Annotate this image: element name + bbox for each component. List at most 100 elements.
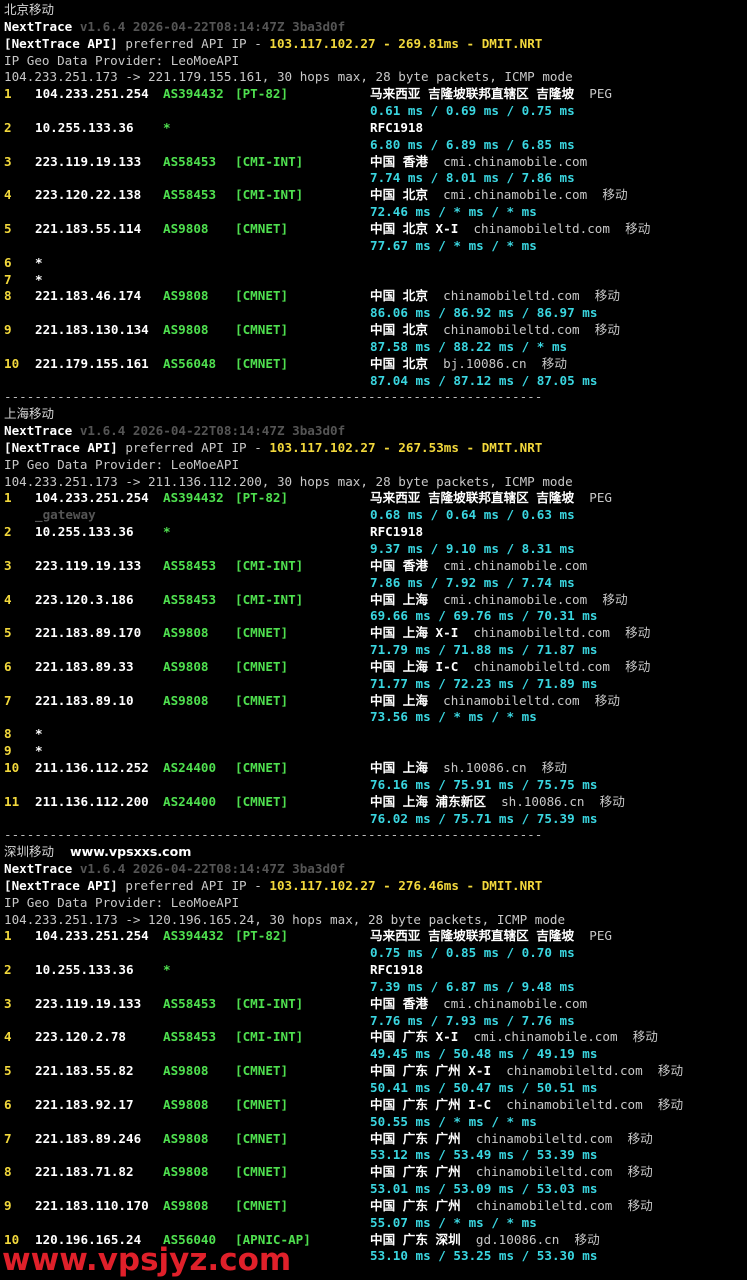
hop-rtt-row: 72.46 ms / * ms / * ms xyxy=(4,204,747,221)
hop-rtt: 69.66 ms / 69.76 ms / 70.31 ms xyxy=(370,608,598,624)
hop-location: 中国 上海 xyxy=(370,759,428,775)
app-version: v1.6.4 2026-04-22T08:14:47Z 3ba3d0f xyxy=(72,18,346,34)
hop-geo: 中国 香港 cmi.chinamobile.com xyxy=(370,154,587,171)
separator: ----------------------------------------… xyxy=(4,827,543,843)
nexttrace-version-line: NextTrace v1.6.4 2026-04-22T08:14:47Z 3b… xyxy=(4,861,747,878)
route-summary: 104.233.251.173 -> 120.196.165.24, 30 ho… xyxy=(4,911,566,927)
hop-number: 2 xyxy=(4,119,12,135)
hop-location: 中国 广东 深圳 xyxy=(370,1231,461,1247)
api-dash: - xyxy=(375,35,399,51)
hop-asn: * xyxy=(163,119,171,135)
hop-ip: 223.120.22.138 xyxy=(35,187,142,203)
hop-ip: 223.119.19.133 xyxy=(35,557,142,573)
api-dash: - xyxy=(458,877,482,893)
hop-location: 中国 广东 广州 X-I xyxy=(370,1063,492,1079)
api-line: [NextTrace API] preferred API IP - 103.1… xyxy=(4,36,747,53)
hop-number: 3 xyxy=(4,557,12,573)
api-line: [NextTrace API] preferred API IP - 103.1… xyxy=(4,878,747,895)
hop-geo: 中国 上海 sh.10086.cn 移动 xyxy=(370,760,567,777)
hop-number: 10 xyxy=(4,355,20,371)
hop-ip: * xyxy=(35,271,43,287)
geo-provider: IP Geo Data Provider: LeoMoeAPI xyxy=(4,52,240,68)
api-node: DMIT.NRT xyxy=(481,877,543,893)
hop-ip: 10.255.133.36 xyxy=(35,119,134,135)
hop-row: 7 * xyxy=(4,272,747,289)
api-dash: - xyxy=(458,439,482,455)
hop-location: 中国 北京 xyxy=(370,187,428,203)
hop-asn: AS58453 xyxy=(163,995,217,1011)
hop-number: 6 xyxy=(4,1096,12,1112)
hop-ip: 221.183.130.134 xyxy=(35,322,149,338)
hop-isp: PEG xyxy=(589,928,612,944)
hop-location: 中国 北京 X-I xyxy=(370,220,459,236)
hop-isp: 移动 xyxy=(602,187,628,203)
provider-line: IP Geo Data Provider: LeoMoeAPI xyxy=(4,53,747,70)
hop-asn: AS9808 xyxy=(163,658,209,674)
hop-rtt-row: 69.66 ms / 69.76 ms / 70.31 ms xyxy=(4,608,747,625)
route-summary: 104.233.251.173 -> 211.136.112.200, 30 h… xyxy=(4,473,573,489)
hop-row: 6 221.183.89.33 AS9808 [CMNET] 中国 上海 I-C chi… xyxy=(4,659,747,676)
hop-geo: RFC1918 xyxy=(370,524,423,541)
hop-number: 8 xyxy=(4,1164,12,1180)
hop-isp: 移动 xyxy=(594,692,620,708)
hop-row: 8 221.183.46.174 AS9808 [CMNET] 中国 北京 chinam… xyxy=(4,288,747,305)
hop-location: 中国 广东 X-I xyxy=(370,1029,459,1045)
hop-row: 1 104.233.251.254 AS394432 [PT-82] 马来西亚 吉隆坡联… xyxy=(4,928,747,945)
hop-location: 中国 广东 广州 xyxy=(370,1197,461,1213)
api-tag: [NextTrace API] xyxy=(4,877,118,893)
hop-ip: 221.183.46.174 xyxy=(35,288,142,304)
hop-geo: 马来西亚 吉隆坡联邦直辖区 吉隆坡 PEG xyxy=(370,928,612,945)
hop-ip: 104.233.251.254 xyxy=(35,86,149,102)
hop-rtt: 7.76 ms / 7.93 ms / 7.76 ms xyxy=(370,1012,575,1028)
hop-tag: [CMNET] xyxy=(235,692,289,708)
hop-tag: [CMNET] xyxy=(235,793,289,809)
section-caption: 北京移动 xyxy=(4,2,55,17)
hop-row: 1 104.233.251.254 AS394432 [PT-82] 马来西亚 吉隆坡联… xyxy=(4,490,747,507)
hop-ip: 221.183.55.82 xyxy=(35,1063,134,1079)
api-latency: 269.81ms xyxy=(398,35,459,51)
hop-rtt: 55.07 ms / * ms / * ms xyxy=(370,1214,537,1230)
hop-geo: 中国 广东 广州 chinamobileltd.com 移动 xyxy=(370,1164,653,1181)
provider-line: IP Geo Data Provider: LeoMoeAPI xyxy=(4,895,747,912)
hop-asn: AS9808 xyxy=(163,1164,209,1180)
hop-ip: 221.183.89.246 xyxy=(35,1130,142,1146)
hop-isp: PEG xyxy=(589,86,612,102)
hop-asn: AS9808 xyxy=(163,1063,209,1079)
hop-rtt-row: 77.67 ms / * ms / * ms xyxy=(4,238,747,255)
site-url: www.vpsxxs.com xyxy=(70,844,192,860)
section-caption-line: 深圳移动 www.vpsxxs.com xyxy=(4,844,747,861)
hop-number: 5 xyxy=(4,1063,12,1079)
hop-number: 3 xyxy=(4,995,12,1011)
hop-asn: AS24400 xyxy=(163,793,217,809)
hop-rtt: 77.67 ms / * ms / * ms xyxy=(370,237,537,253)
nexttrace-version-line: NextTrace v1.6.4 2026-04-22T08:14:47Z 3b… xyxy=(4,19,747,36)
hop-rtt-row: _gateway 0.68 ms / 0.64 ms / 0.63 ms xyxy=(4,507,747,524)
hop-location: 中国 广东 广州 xyxy=(370,1164,461,1180)
hop-asn: AS9808 xyxy=(163,288,209,304)
hop-number: 5 xyxy=(4,220,12,236)
section-caption-line: 上海移动 xyxy=(4,406,747,423)
hop-row: 2 10.255.133.36 * RFC1918 xyxy=(4,962,747,979)
hop-geo: 中国 广东 广州 I-C chinamobileltd.com 移动 xyxy=(370,1097,683,1114)
hop-isp: 移动 xyxy=(541,355,567,371)
watermark-text: www.vpsjyz.com xyxy=(2,1242,292,1278)
hop-tag: [CMNET] xyxy=(235,1130,289,1146)
api-latency: 267.53ms xyxy=(398,439,459,455)
hop-ip: 223.120.3.186 xyxy=(35,591,134,607)
hop-row: 8 221.183.71.82 AS9808 [CMNET] 中国 广东 广州 chin… xyxy=(4,1164,747,1181)
hop-ip: 211.136.112.200 xyxy=(35,793,149,809)
route-line: 104.233.251.173 -> 120.196.165.24, 30 ho… xyxy=(4,912,747,929)
hop-rtt: 76.02 ms / 75.71 ms / 75.39 ms xyxy=(370,810,598,826)
hop-rtt: 53.01 ms / 53.09 ms / 53.03 ms xyxy=(370,1181,598,1197)
hop-geo: 中国 上海 I-C chinamobileltd.com 移动 xyxy=(370,659,650,676)
app-name: NextTrace xyxy=(4,423,73,439)
section-caption: 深圳移动 xyxy=(4,844,55,860)
hop-geo: 中国 广东 广州 chinamobileltd.com 移动 xyxy=(370,1198,653,1215)
app-version: v1.6.4 2026-04-22T08:14:47Z 3ba3d0f xyxy=(72,861,346,877)
hop-tag: [PT-82] xyxy=(235,490,289,506)
hop-rtt: 50.55 ms / * ms / * ms xyxy=(370,1113,537,1129)
hop-asn: AS9808 xyxy=(163,322,209,338)
hop-tag: [CMNET] xyxy=(235,355,289,371)
hop-rtt-row: 7.86 ms / 7.92 ms / 7.74 ms xyxy=(4,575,747,592)
route-line: 104.233.251.173 -> 221.179.155.161, 30 h… xyxy=(4,69,747,86)
